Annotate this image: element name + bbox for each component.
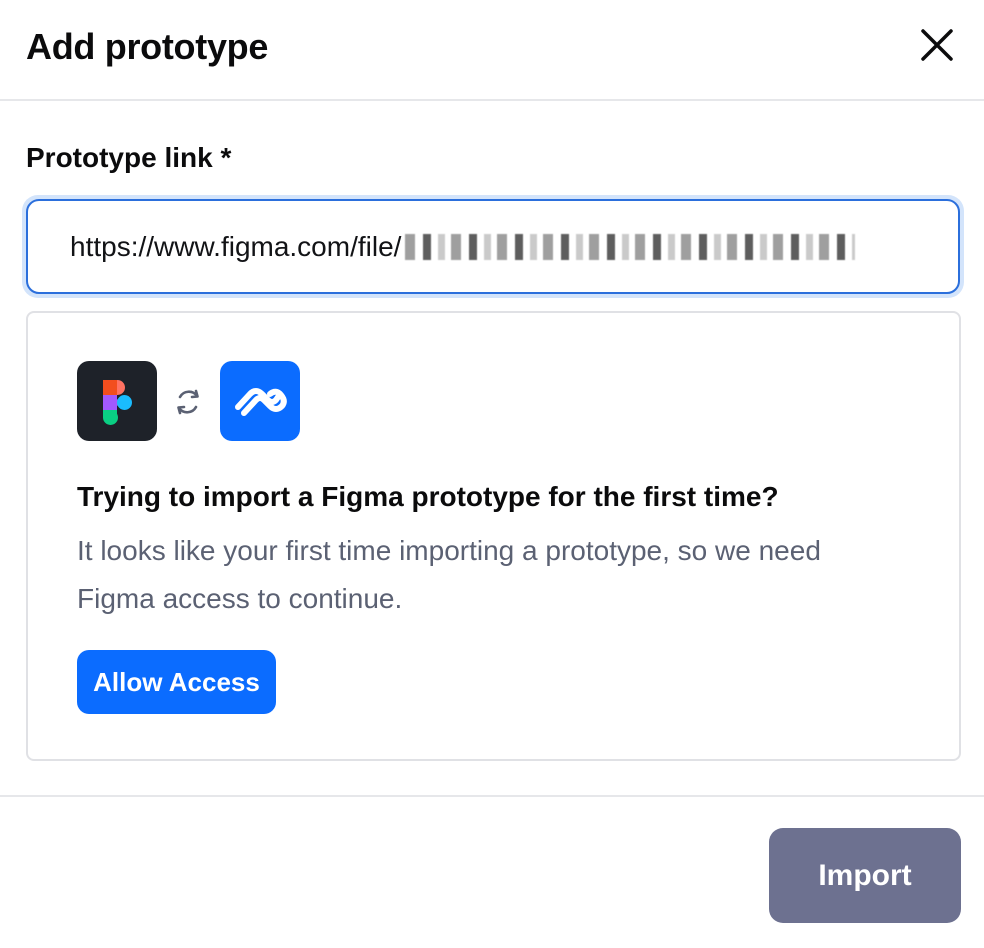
footer-divider: [0, 795, 984, 797]
figma-access-notice: Trying to import a Figma prototype for t…: [26, 311, 961, 761]
import-button[interactable]: Import: [769, 828, 961, 923]
redacted-url-part: [405, 233, 856, 260]
allow-access-button[interactable]: Allow Access: [77, 650, 276, 714]
close-icon[interactable]: [918, 26, 956, 64]
figma-logo-icon: [77, 361, 157, 441]
prototype-link-value: https://www.figma.com/file/: [70, 230, 402, 262]
dialog-header: Add prototype: [0, 0, 984, 101]
integration-icons: [77, 361, 307, 441]
prototype-link-input[interactable]: https://www.figma.com/file/: [26, 199, 960, 294]
prototype-link-field[interactable]: https://www.figma.com/file/: [22, 195, 964, 298]
sync-icon: [177, 389, 199, 415]
notice-title: Trying to import a Figma prototype for t…: [77, 481, 779, 512]
dialog-title: Add prototype: [26, 26, 269, 67]
prototype-link-label: Prototype link *: [26, 142, 232, 173]
notice-body: It looks like your first time importing …: [77, 535, 821, 614]
maze-logo-icon: [220, 361, 300, 441]
